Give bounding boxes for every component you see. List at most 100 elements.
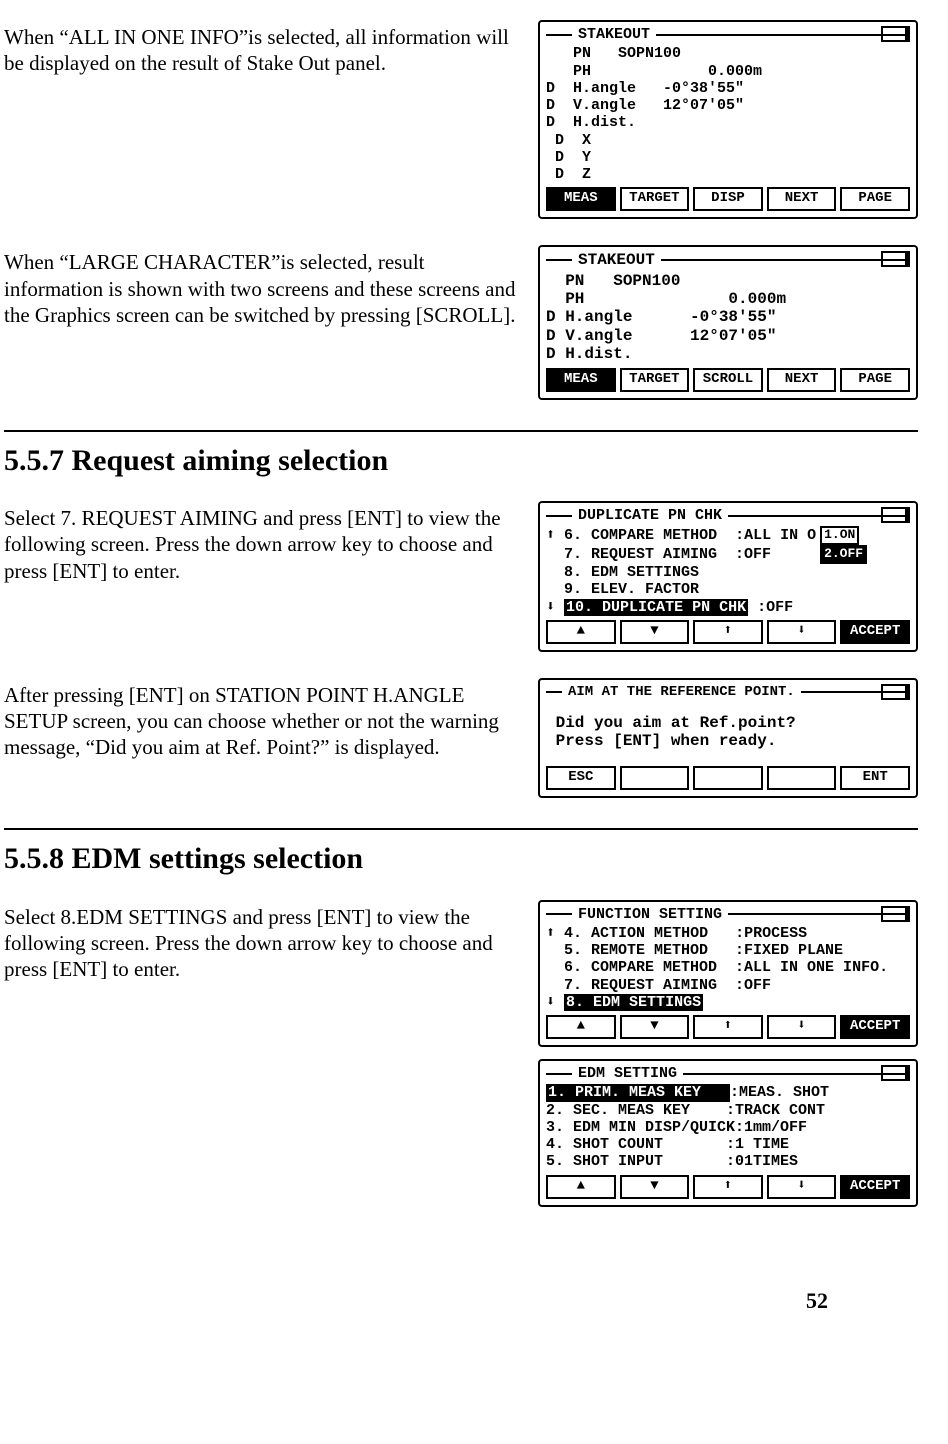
softkey[interactable]: ▼ <box>620 1015 690 1039</box>
section-divider <box>4 828 918 830</box>
lcd-stakeout-all: STAKEOUT PN SOPN100 PH 0.000mD H.angle -… <box>538 20 918 219</box>
softkey-row: ▲▼⬆⬇ACCEPT <box>546 1015 910 1039</box>
softkey[interactable]: ACCEPT <box>840 1175 910 1199</box>
lcd-line: ⬇ 8. EDM SETTINGS <box>546 994 910 1011</box>
lcd-line: 9. ELEV. FACTOR <box>546 581 910 598</box>
lcd-line: D H.angle -0°38'55" <box>546 80 910 97</box>
lcd-title: STAKEOUT <box>578 251 655 269</box>
softkey-row: MEASTARGETDISPNEXTPAGE <box>546 187 910 211</box>
softkey[interactable]: ⬇ <box>767 620 837 644</box>
softkey-row: ▲▼⬆⬇ACCEPT <box>546 1175 910 1199</box>
lcd-body: ⬆ 6. COMPARE METHOD :ALL IN O1.ON 7. REQ… <box>546 526 910 616</box>
lcd-line: 3. EDM MIN DISP/QUICK:1mm/OFF <box>546 1119 910 1136</box>
softkey-row: MEASTARGETSCROLLNEXTPAGE <box>546 368 910 392</box>
softkey[interactable]: SCROLL <box>693 368 763 392</box>
lcd-line: D X <box>546 132 910 149</box>
lcd-line: 1. PRIM. MEAS KEY :MEAS. SHOT <box>546 1084 910 1101</box>
heading-557: 5.5.7 Request aiming selection <box>4 442 918 480</box>
lcd-line: PH 0.000m <box>546 290 910 308</box>
softkey[interactable]: MEAS <box>546 368 616 392</box>
lcd-line: PH 0.000m <box>546 63 910 80</box>
softkey[interactable]: ▲ <box>546 620 616 644</box>
battery-icon <box>881 507 910 523</box>
page-number: 52 <box>4 1287 918 1315</box>
lcd-line: PN SOPN100 <box>546 272 910 290</box>
lcd-line: D V.angle 12°07'05" <box>546 97 910 114</box>
softkey-row: ESC ENT <box>546 766 910 790</box>
softkey[interactable]: PAGE <box>840 368 910 392</box>
lcd-line: 2. SEC. MEAS KEY :TRACK CONT <box>546 1102 910 1119</box>
battery-icon <box>881 684 910 700</box>
softkey[interactable] <box>767 766 837 790</box>
softkey[interactable]: ⬆ <box>693 620 763 644</box>
lcd-aim-reference: AIM AT THE REFERENCE POINT. Did you aim … <box>538 678 918 798</box>
softkey[interactable]: NEXT <box>767 368 837 392</box>
lcd-line: Press [ENT] when ready. <box>546 732 910 750</box>
lcd-title: STAKEOUT <box>578 26 650 43</box>
lcd-line: D Y <box>546 149 910 166</box>
lcd-function-setting: FUNCTION SETTING ⬆ 4. ACTION METHOD :PRO… <box>538 900 918 1048</box>
lcd-line: PN SOPN100 <box>546 45 910 62</box>
battery-icon <box>881 26 910 42</box>
lcd-line: 8. EDM SETTINGS <box>546 564 910 581</box>
paragraph-557-warning: After pressing [ENT] on STATION POINT H.… <box>4 678 520 761</box>
battery-icon <box>881 906 910 922</box>
lcd-duplicate-pn-chk: DUPLICATE PN CHK ⬆ 6. COMPARE METHOD :AL… <box>538 501 918 652</box>
lcd-line: ⬆ 6. COMPARE METHOD :ALL IN O1.ON <box>546 526 910 545</box>
lcd-title: EDM SETTING <box>578 1065 677 1082</box>
lcd-title: DUPLICATE PN CHK <box>578 507 722 524</box>
heading-558: 5.5.8 EDM settings selection <box>4 840 918 878</box>
paragraph-558: Select 8.EDM SETTINGS and press [ENT] to… <box>4 900 520 983</box>
section-divider <box>4 430 918 432</box>
paragraph-557-intro: Select 7. REQUEST AIMING and press [ENT]… <box>4 501 520 584</box>
softkey[interactable]: ⬇ <box>767 1175 837 1199</box>
lcd-body: PN SOPN100 PH 0.000mD H.angle -0°38'55"D… <box>546 272 910 364</box>
lcd-body: 1. PRIM. MEAS KEY :MEAS. SHOT2. SEC. MEA… <box>546 1084 910 1170</box>
softkey[interactable]: ESC <box>546 766 616 790</box>
softkey[interactable]: ▲ <box>546 1175 616 1199</box>
lcd-body: ⬆ 4. ACTION METHOD :PROCESS 5. REMOTE ME… <box>546 925 910 1011</box>
softkey[interactable]: ▼ <box>620 620 690 644</box>
softkey-row: ▲▼⬆⬇ACCEPT <box>546 620 910 644</box>
lcd-body: PN SOPN100 PH 0.000mD H.angle -0°38'55"D… <box>546 45 910 183</box>
softkey[interactable]: ⬆ <box>693 1015 763 1039</box>
lcd-line: 5. SHOT INPUT :01TIMES <box>546 1153 910 1170</box>
lcd-line: D Z <box>546 166 910 183</box>
battery-icon <box>881 1065 910 1081</box>
softkey[interactable] <box>693 766 763 790</box>
lcd-line: D H.angle -0°38'55" <box>546 308 910 326</box>
lcd-line: ⬆ 4. ACTION METHOD :PROCESS <box>546 925 910 942</box>
lcd-body: Did you aim at Ref.point? Press [ENT] wh… <box>546 702 910 762</box>
softkey[interactable] <box>620 766 690 790</box>
lcd-line: 5. REMOTE METHOD :FIXED PLANE <box>546 942 910 959</box>
lcd-line: 6. COMPARE METHOD :ALL IN ONE INFO. <box>546 959 910 976</box>
lcd-stakeout-large: STAKEOUT PN SOPN100 PH 0.000mD H.angle -… <box>538 245 918 399</box>
lcd-title: AIM AT THE REFERENCE POINT. <box>568 684 795 700</box>
lcd-line: Did you aim at Ref.point? <box>546 714 910 732</box>
softkey[interactable]: PAGE <box>840 187 910 211</box>
lcd-line: 7. REQUEST AIMING :OFF 2.OFF <box>546 545 910 564</box>
lcd-title: FUNCTION SETTING <box>578 906 722 923</box>
softkey[interactable]: DISP <box>693 187 763 211</box>
lcd-edm-setting: EDM SETTING 1. PRIM. MEAS KEY :MEAS. SHO… <box>538 1059 918 1207</box>
softkey[interactable]: MEAS <box>546 187 616 211</box>
softkey[interactable]: NEXT <box>767 187 837 211</box>
softkey[interactable]: ⬇ <box>767 1015 837 1039</box>
lcd-line: D V.angle 12°07'05" <box>546 327 910 345</box>
battery-icon <box>881 251 910 267</box>
softkey[interactable]: ▲ <box>546 1015 616 1039</box>
softkey[interactable]: TARGET <box>620 187 690 211</box>
lcd-line: D H.dist. <box>546 114 910 131</box>
softkey[interactable]: ACCEPT <box>840 1015 910 1039</box>
softkey[interactable]: ENT <box>840 766 910 790</box>
softkey[interactable]: ▼ <box>620 1175 690 1199</box>
softkey[interactable]: ACCEPT <box>840 620 910 644</box>
paragraph-large-char: When “LARGE CHARACTER”is selected, resul… <box>4 245 520 328</box>
lcd-line: 4. SHOT COUNT :1 TIME <box>546 1136 910 1153</box>
lcd-line: D H.dist. <box>546 345 910 363</box>
softkey[interactable]: TARGET <box>620 368 690 392</box>
paragraph-all-in-one: When “ALL IN ONE INFO”is selected, all i… <box>4 20 520 77</box>
softkey[interactable]: ⬆ <box>693 1175 763 1199</box>
lcd-line: ⬇ 10. DUPLICATE PN CHK :OFF <box>546 599 910 616</box>
lcd-line: 7. REQUEST AIMING :OFF <box>546 977 910 994</box>
